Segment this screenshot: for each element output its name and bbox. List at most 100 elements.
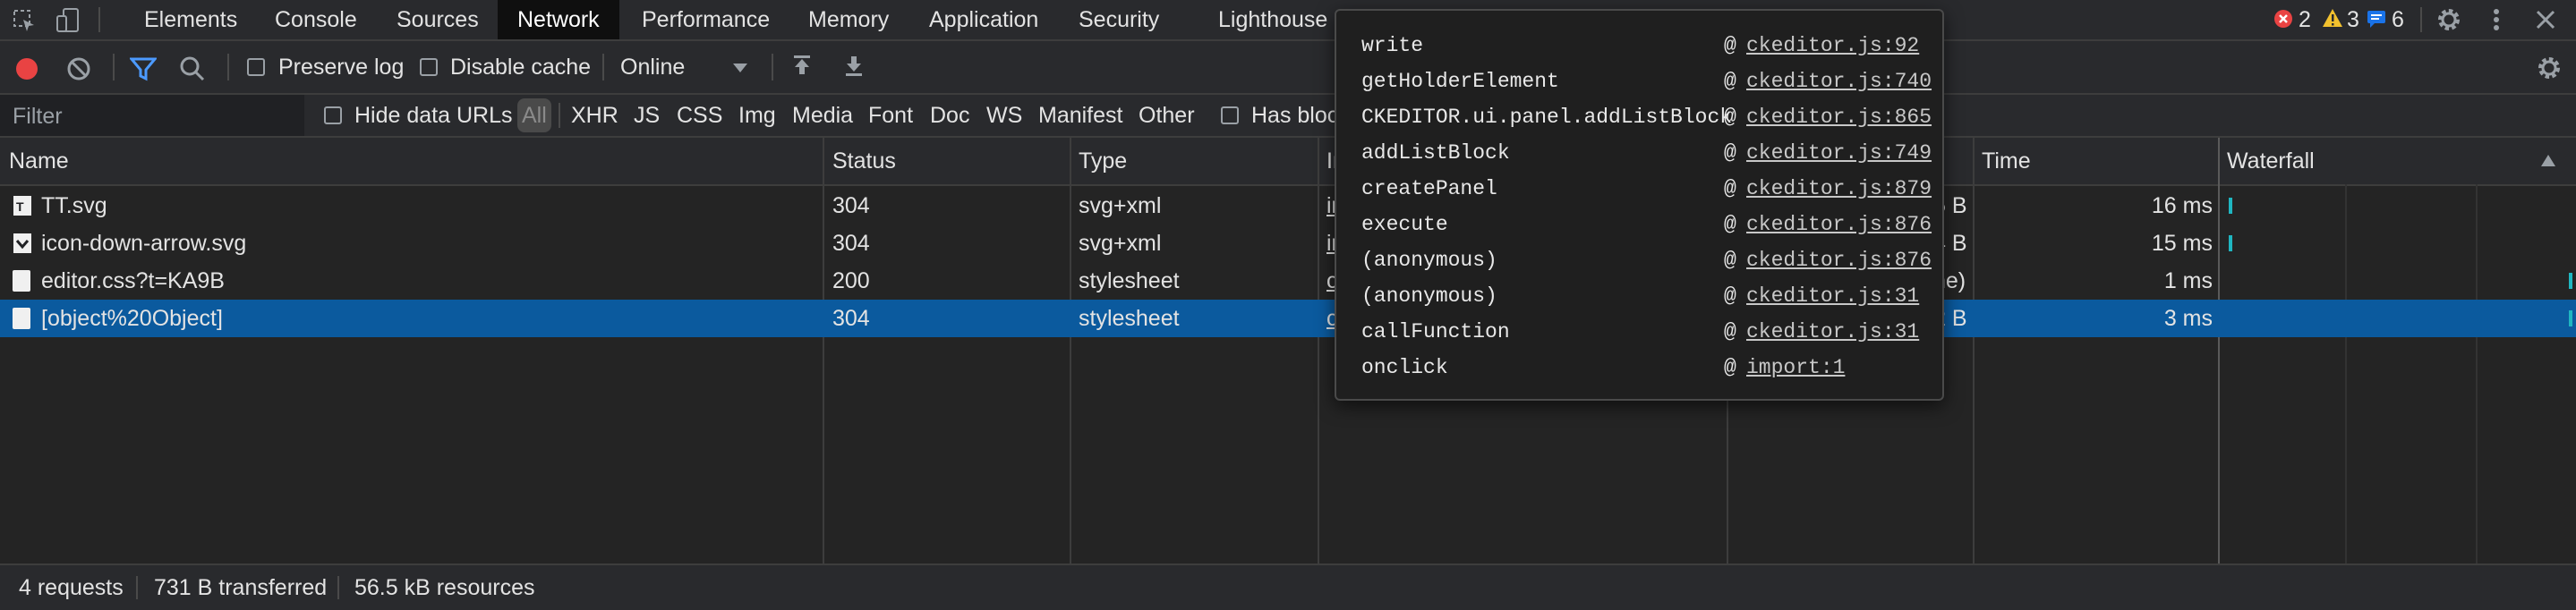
- frame-function: (anonymous): [1361, 249, 1497, 272]
- frame-function: CKEDITOR.ui.panel.addListBlock: [1361, 106, 1733, 129]
- filter-type-ws[interactable]: WS: [986, 103, 1022, 129]
- frame-source-link[interactable]: ckeditor.js:31: [1746, 284, 1919, 308]
- stylesheet-file-icon: [13, 270, 30, 292]
- more-options-icon[interactable]: [2490, 7, 2503, 32]
- stack-frame: createPanel @ ckeditor.js:879: [1336, 170, 1942, 206]
- tab-console[interactable]: Console: [255, 0, 377, 39]
- export-har-icon[interactable]: [843, 54, 865, 79]
- filter-type-font[interactable]: Font: [868, 103, 913, 129]
- frame-source-link[interactable]: ckeditor.js:749: [1746, 141, 1932, 165]
- clear-icon[interactable]: [66, 56, 91, 81]
- tab-divider: [98, 7, 100, 32]
- error-count[interactable]: 2: [2299, 7, 2311, 33]
- frame-function: getHolderElement: [1361, 70, 1559, 93]
- search-icon[interactable]: [179, 55, 206, 82]
- tab-performance[interactable]: Performance: [622, 0, 789, 39]
- waterfall-bar[interactable]: [2229, 235, 2232, 251]
- column-header-name[interactable]: Name: [9, 138, 69, 184]
- stack-frame: getHolderElement @ ckeditor.js:740: [1336, 63, 1942, 98]
- request-type: svg+xml: [1079, 193, 1162, 218]
- tab-network[interactable]: Network: [498, 0, 619, 39]
- frame-function: addListBlock: [1361, 141, 1510, 165]
- disable-cache-checkbox[interactable]: [420, 58, 438, 76]
- frame-source-link[interactable]: ckeditor.js:31: [1746, 320, 1919, 343]
- filter-type-doc[interactable]: Doc: [930, 103, 969, 129]
- table-row[interactable]: T TT.svg 304 svg+xml in 5 B 16 ms: [0, 187, 2576, 225]
- settings-gear-icon[interactable]: [2435, 5, 2463, 34]
- network-settings-gear-icon[interactable]: [2535, 54, 2563, 82]
- chevron-down-icon[interactable]: [732, 62, 748, 74]
- at-symbol: @: [1724, 356, 1736, 379]
- filter-type-manifest[interactable]: Manifest: [1038, 103, 1122, 129]
- filter-all-button[interactable]: All: [517, 98, 551, 132]
- filter-type-xhr[interactable]: XHR: [571, 103, 618, 129]
- close-icon[interactable]: [2535, 9, 2556, 30]
- stack-frame: write @ ckeditor.js:92: [1336, 27, 1942, 63]
- filter-icon[interactable]: [130, 56, 157, 81]
- devtools-tab-bar: Elements Console Sources Network Perform…: [0, 0, 2576, 41]
- toolbar-divider: [227, 54, 229, 80]
- frame-source-link[interactable]: ckeditor.js:876: [1746, 213, 1932, 236]
- filter-type-img[interactable]: Img: [738, 103, 776, 129]
- filter-type-css[interactable]: CSS: [677, 103, 722, 129]
- warning-count[interactable]: 3: [2347, 7, 2359, 33]
- toolbar-divider: [113, 54, 115, 80]
- frame-source-link[interactable]: ckeditor.js:865: [1746, 106, 1932, 129]
- column-header-time[interactable]: Time: [1982, 138, 2031, 184]
- toolbar-divider: [772, 54, 773, 80]
- column-header-type[interactable]: Type: [1079, 138, 1127, 184]
- import-har-icon[interactable]: [791, 54, 813, 79]
- at-symbol: @: [1724, 249, 1736, 272]
- table-row-selected[interactable]: [object%20Object] 304 stylesheet c 2 B 3…: [0, 300, 2576, 337]
- tab-sources[interactable]: Sources: [377, 0, 499, 39]
- tab-lighthouse[interactable]: Lighthouse: [1198, 0, 1347, 39]
- tab-security[interactable]: Security: [1059, 0, 1179, 39]
- waterfall-bar[interactable]: [2569, 310, 2572, 326]
- toolbar-divider: [602, 54, 604, 80]
- device-toolbar-icon[interactable]: [55, 7, 81, 34]
- filter-type-media[interactable]: Media: [792, 103, 853, 129]
- column-header-waterfall[interactable]: Waterfall: [2227, 138, 2315, 184]
- tab-elements[interactable]: Elements: [124, 0, 257, 39]
- at-symbol: @: [1724, 177, 1736, 200]
- inspect-element-icon[interactable]: [13, 9, 36, 32]
- frame-source-link[interactable]: import:1: [1746, 356, 1845, 379]
- stack-frame: (anonymous) @ ckeditor.js:31: [1336, 277, 1942, 313]
- waterfall-bar[interactable]: [2569, 273, 2572, 289]
- tab-divider: [2420, 7, 2422, 32]
- column-header-status[interactable]: Status: [832, 138, 896, 184]
- waterfall-bar[interactable]: [2229, 198, 2232, 214]
- hide-data-urls-label: Hide data URLs: [354, 103, 513, 128]
- at-symbol: @: [1724, 34, 1736, 57]
- frame-source-link[interactable]: ckeditor.js:876: [1746, 249, 1932, 272]
- at-symbol: @: [1724, 141, 1736, 165]
- message-count[interactable]: 6: [2392, 7, 2404, 33]
- frame-source-link[interactable]: ckeditor.js:92: [1746, 34, 1919, 57]
- filter-input[interactable]: Filter: [0, 95, 304, 136]
- frame-source-link[interactable]: ckeditor.js:740: [1746, 70, 1932, 93]
- record-icon[interactable]: [14, 56, 39, 81]
- request-count: 4 requests: [19, 575, 124, 600]
- request-status: 304: [832, 193, 870, 218]
- request-time: 15 ms: [2151, 231, 2213, 256]
- at-symbol: @: [1724, 320, 1736, 343]
- has-blocked-checkbox[interactable]: [1221, 106, 1239, 124]
- filter-type-js[interactable]: JS: [634, 103, 660, 129]
- status-divider: [136, 576, 138, 599]
- warning-icon: [2323, 9, 2342, 27]
- preserve-log-checkbox[interactable]: [247, 58, 265, 76]
- filter-type-other[interactable]: Other: [1139, 103, 1195, 129]
- at-symbol: @: [1724, 284, 1736, 308]
- tab-memory[interactable]: Memory: [789, 0, 908, 39]
- request-time: 16 ms: [2151, 193, 2213, 218]
- stack-frame: CKEDITOR.ui.panel.addListBlock @ ckeditor.…: [1336, 98, 1942, 134]
- table-row[interactable]: editor.css?t=KA9B 200 stylesheet c ne) 1…: [0, 262, 2576, 300]
- hide-data-urls-checkbox[interactable]: [324, 106, 342, 124]
- preserve-log-label: Preserve log: [278, 55, 405, 80]
- throttling-select[interactable]: Online: [620, 55, 685, 80]
- table-row[interactable]: icon-down-arrow.svg 304 svg+xml in 4 B 1…: [0, 225, 2576, 262]
- frame-source-link[interactable]: ckeditor.js:879: [1746, 177, 1932, 200]
- tab-application[interactable]: Application: [909, 0, 1058, 39]
- stack-frame: execute @ ckeditor.js:876: [1336, 206, 1942, 241]
- sort-ascending-icon[interactable]: [2540, 154, 2556, 168]
